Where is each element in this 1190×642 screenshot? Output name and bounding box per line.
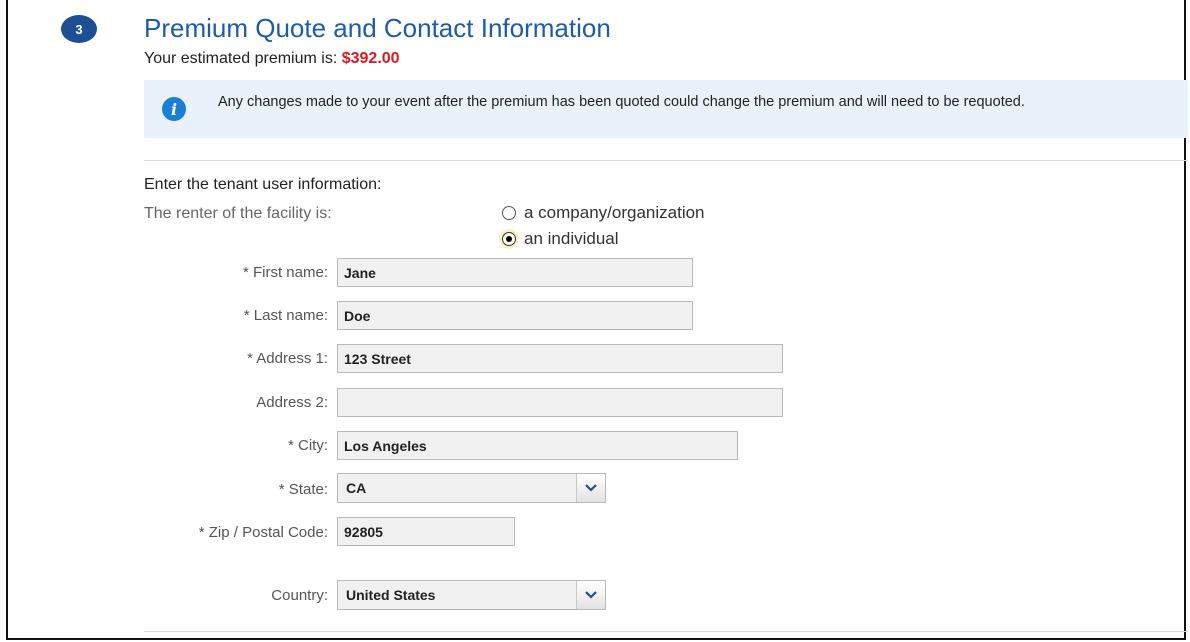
city-input[interactable] bbox=[337, 431, 738, 460]
radio-individual-label[interactable]: an individual bbox=[524, 229, 619, 249]
state-select[interactable]: CA bbox=[337, 473, 606, 503]
radio-company-label[interactable]: a company/organization bbox=[524, 203, 705, 223]
premium-line: Your estimated premium is: $392.00 bbox=[144, 50, 400, 68]
radio-company-option[interactable]: a company/organization bbox=[502, 203, 705, 223]
premium-amount: $392.00 bbox=[341, 50, 400, 67]
city-label: * City: bbox=[287, 437, 328, 454]
first-name-input[interactable] bbox=[337, 258, 693, 287]
notice-box: i Any changes made to your event after t… bbox=[144, 80, 1188, 138]
section-title: Premium Quote and Contact Information bbox=[144, 13, 611, 43]
chevron-down-icon[interactable] bbox=[576, 474, 605, 502]
zip-label-text: * Zip / Postal Code: bbox=[198, 524, 328, 541]
zip-input[interactable] bbox=[337, 517, 515, 546]
address2-label: Address 2: bbox=[256, 394, 328, 411]
tenant-heading: Enter the tenant user information: bbox=[144, 176, 382, 193]
first-name-label: * First name: bbox=[242, 264, 328, 281]
last-name-input[interactable] bbox=[337, 301, 693, 330]
radio-individual-circle[interactable] bbox=[502, 232, 516, 246]
address2-input[interactable] bbox=[337, 388, 783, 417]
info-icon: i bbox=[162, 97, 186, 121]
step-number-badge: 3 bbox=[61, 15, 97, 43]
address1-label: * Address 1: bbox=[247, 350, 328, 367]
premium-label: Your estimated premium is: bbox=[144, 50, 338, 67]
country-label: Country: bbox=[271, 587, 328, 604]
state-label: * State: bbox=[278, 481, 328, 498]
radio-company-circle[interactable] bbox=[502, 206, 516, 220]
address1-input[interactable] bbox=[337, 344, 783, 373]
chevron-down-icon[interactable] bbox=[576, 581, 605, 609]
notice-text: Any changes made to your event after the… bbox=[218, 94, 1025, 110]
radio-individual-option[interactable]: an individual bbox=[502, 229, 619, 249]
country-select[interactable]: United States bbox=[337, 580, 606, 610]
state-selected-value: CA bbox=[346, 480, 367, 496]
section-divider bbox=[144, 631, 1188, 632]
zip-label: * Zip / Postal Code: bbox=[148, 523, 328, 543]
section-divider bbox=[144, 160, 1188, 161]
renter-type-label: The renter of the facility is: bbox=[144, 205, 332, 222]
last-name-label: * Last name: bbox=[243, 307, 328, 324]
country-selected-value: United States bbox=[346, 587, 436, 603]
